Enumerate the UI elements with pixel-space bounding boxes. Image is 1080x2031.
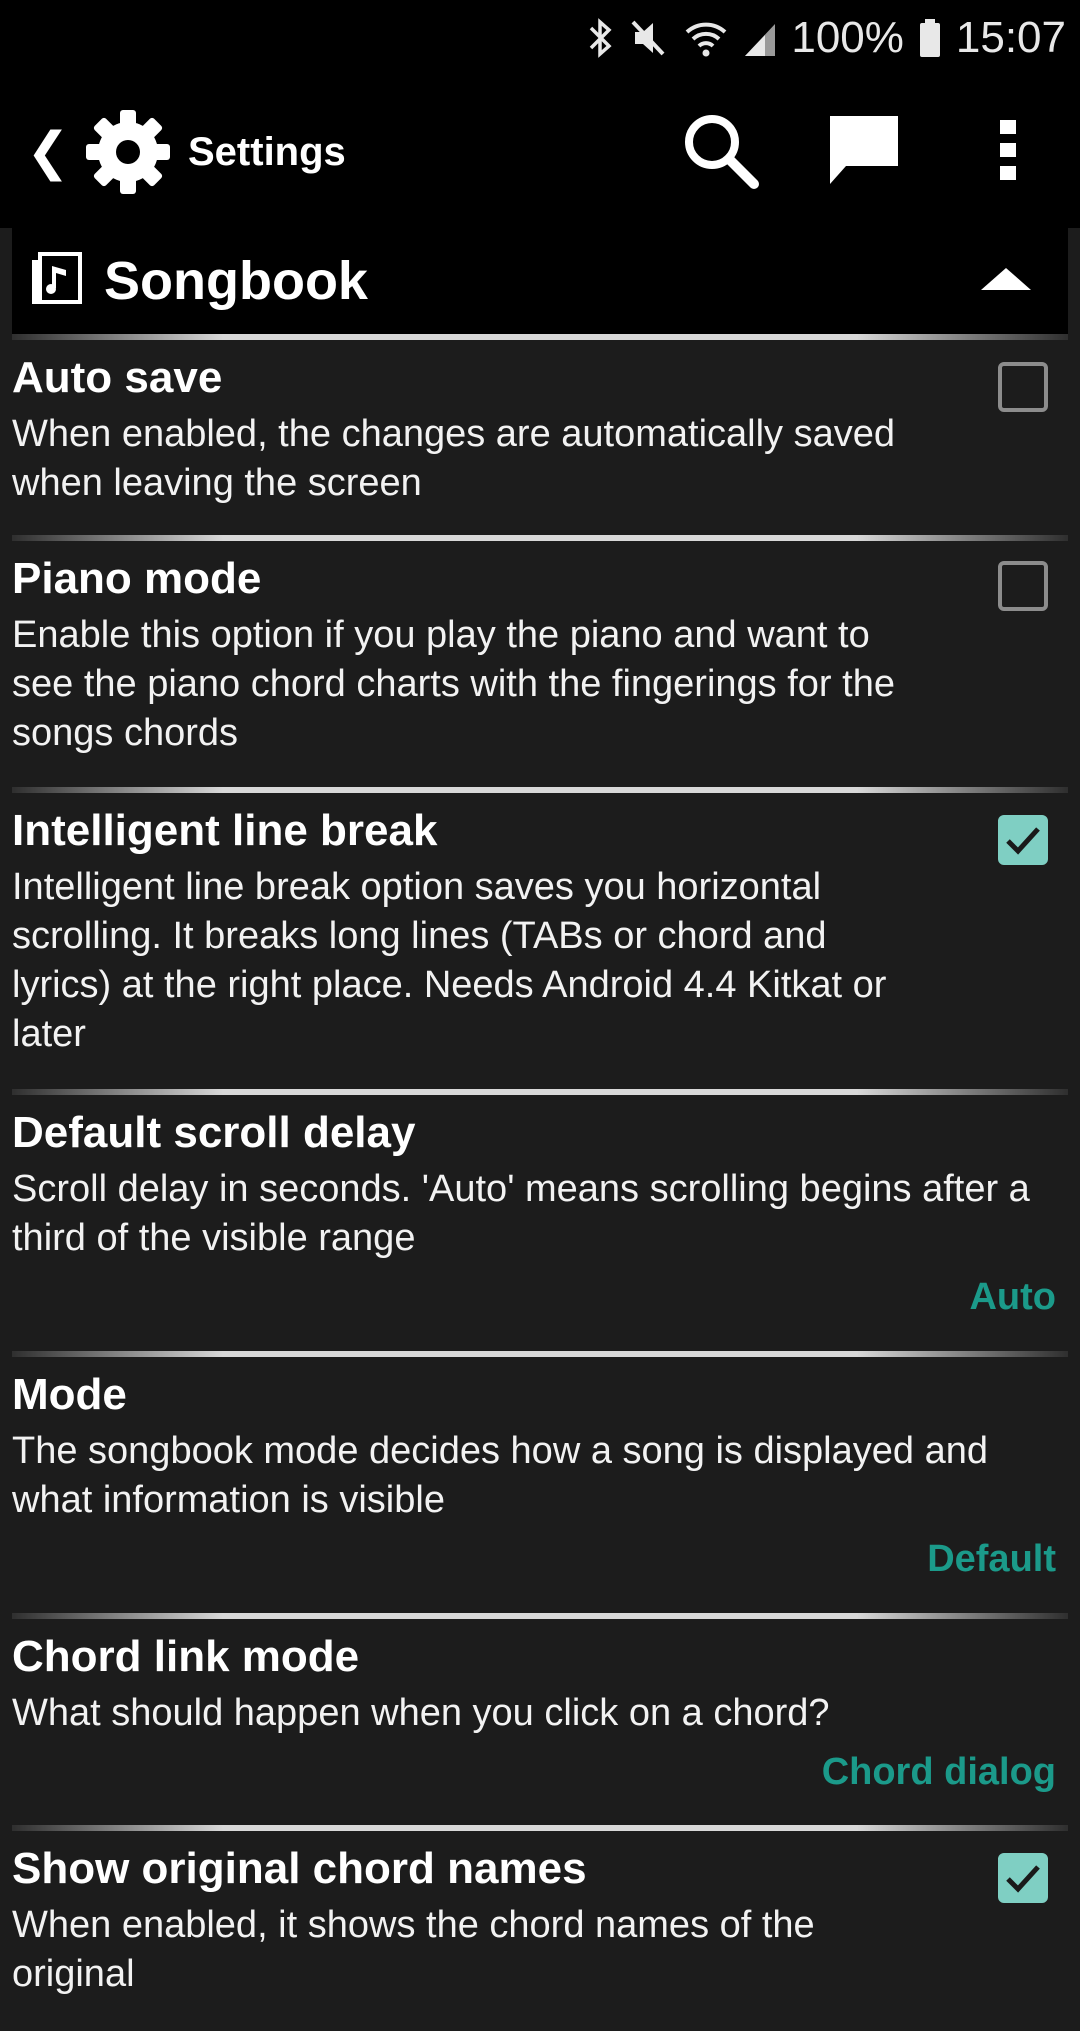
pref-value: Auto bbox=[969, 1276, 1056, 1318]
pref-summary: Scroll delay in seconds. 'Auto' means sc… bbox=[12, 1168, 1030, 1259]
checkmark-icon bbox=[1002, 1857, 1044, 1899]
intelligent-line-break-checkbox[interactable] bbox=[998, 815, 1048, 865]
pref-summary: Intelligent line break option saves you … bbox=[12, 866, 887, 1055]
pref-title: Intelligent line break bbox=[12, 806, 438, 855]
battery-icon bbox=[918, 16, 942, 60]
collapse-button[interactable] bbox=[966, 228, 1046, 334]
toolbar-actions bbox=[648, 76, 1080, 228]
pref-chord-link-mode[interactable]: Chord link mode What should happen when … bbox=[0, 1619, 1080, 1825]
search-icon bbox=[678, 108, 762, 197]
pref-summary: When enabled, it shows the chord names o… bbox=[12, 1904, 815, 1995]
pref-auto-save[interactable]: Auto save When enabled, the changes are … bbox=[0, 340, 1080, 535]
section-title: Songbook bbox=[104, 251, 368, 311]
settings-list: Songbook Auto save When enabled, the cha… bbox=[0, 228, 1080, 2031]
signal-icon bbox=[743, 16, 777, 60]
app-toolbar: ❮ Settings bbox=[0, 76, 1080, 228]
piano-mode-checkbox[interactable] bbox=[998, 561, 1048, 611]
pref-title: Mode bbox=[12, 1370, 127, 1419]
overflow-menu-button[interactable] bbox=[936, 76, 1080, 228]
page-title: Settings bbox=[188, 129, 346, 174]
overflow-menu-icon bbox=[998, 118, 1018, 187]
chat-icon bbox=[826, 112, 902, 193]
checkmark-icon bbox=[1002, 819, 1044, 861]
mute-icon bbox=[629, 16, 669, 60]
bluetooth-icon bbox=[585, 16, 615, 60]
auto-save-checkbox[interactable] bbox=[998, 362, 1048, 412]
pref-title: Show original chord names bbox=[12, 1844, 587, 1893]
search-button[interactable] bbox=[648, 76, 792, 228]
pref-default-scroll-delay[interactable]: Default scroll delay Scroll delay in sec… bbox=[0, 1095, 1080, 1351]
pref-value: Default bbox=[927, 1538, 1056, 1580]
show-original-chord-names-checkbox[interactable] bbox=[998, 1853, 1048, 1903]
pref-piano-mode[interactable]: Piano mode Enable this option if you pla… bbox=[0, 541, 1080, 787]
gear-icon bbox=[80, 104, 176, 200]
pref-summary: The songbook mode decides how a song is … bbox=[12, 1430, 988, 1521]
chat-button[interactable] bbox=[792, 76, 936, 228]
pref-summary: When enabled, the changes are automatica… bbox=[12, 413, 895, 504]
clock: 15:07 bbox=[955, 13, 1066, 62]
wifi-icon bbox=[683, 16, 729, 60]
pref-title: Auto save bbox=[12, 353, 223, 402]
songbook-icon bbox=[30, 251, 82, 311]
chevron-up-icon bbox=[979, 266, 1033, 297]
battery-level: 100% bbox=[791, 13, 904, 62]
pref-title: Chord link mode bbox=[12, 1632, 360, 1681]
pref-title: Default scroll delay bbox=[12, 1108, 416, 1157]
status-bar: 100% 15:07 bbox=[0, 0, 1080, 76]
back-button[interactable]: ❮ bbox=[20, 102, 76, 202]
pref-value: Chord dialog bbox=[821, 1751, 1056, 1793]
pref-summary: Enable this option if you play the piano… bbox=[12, 614, 895, 754]
pref-show-original-chord-names[interactable]: Show original chord names When enabled, … bbox=[0, 1831, 1080, 2031]
pref-summary: What should happen when you click on a c… bbox=[12, 1692, 830, 1734]
section-header-songbook[interactable]: Songbook bbox=[12, 228, 1068, 334]
pref-intelligent-line-break[interactable]: Intelligent line break Intelligent line … bbox=[0, 793, 1080, 1089]
pref-title: Piano mode bbox=[12, 554, 262, 603]
pref-mode[interactable]: Mode The songbook mode decides how a son… bbox=[0, 1357, 1080, 1613]
